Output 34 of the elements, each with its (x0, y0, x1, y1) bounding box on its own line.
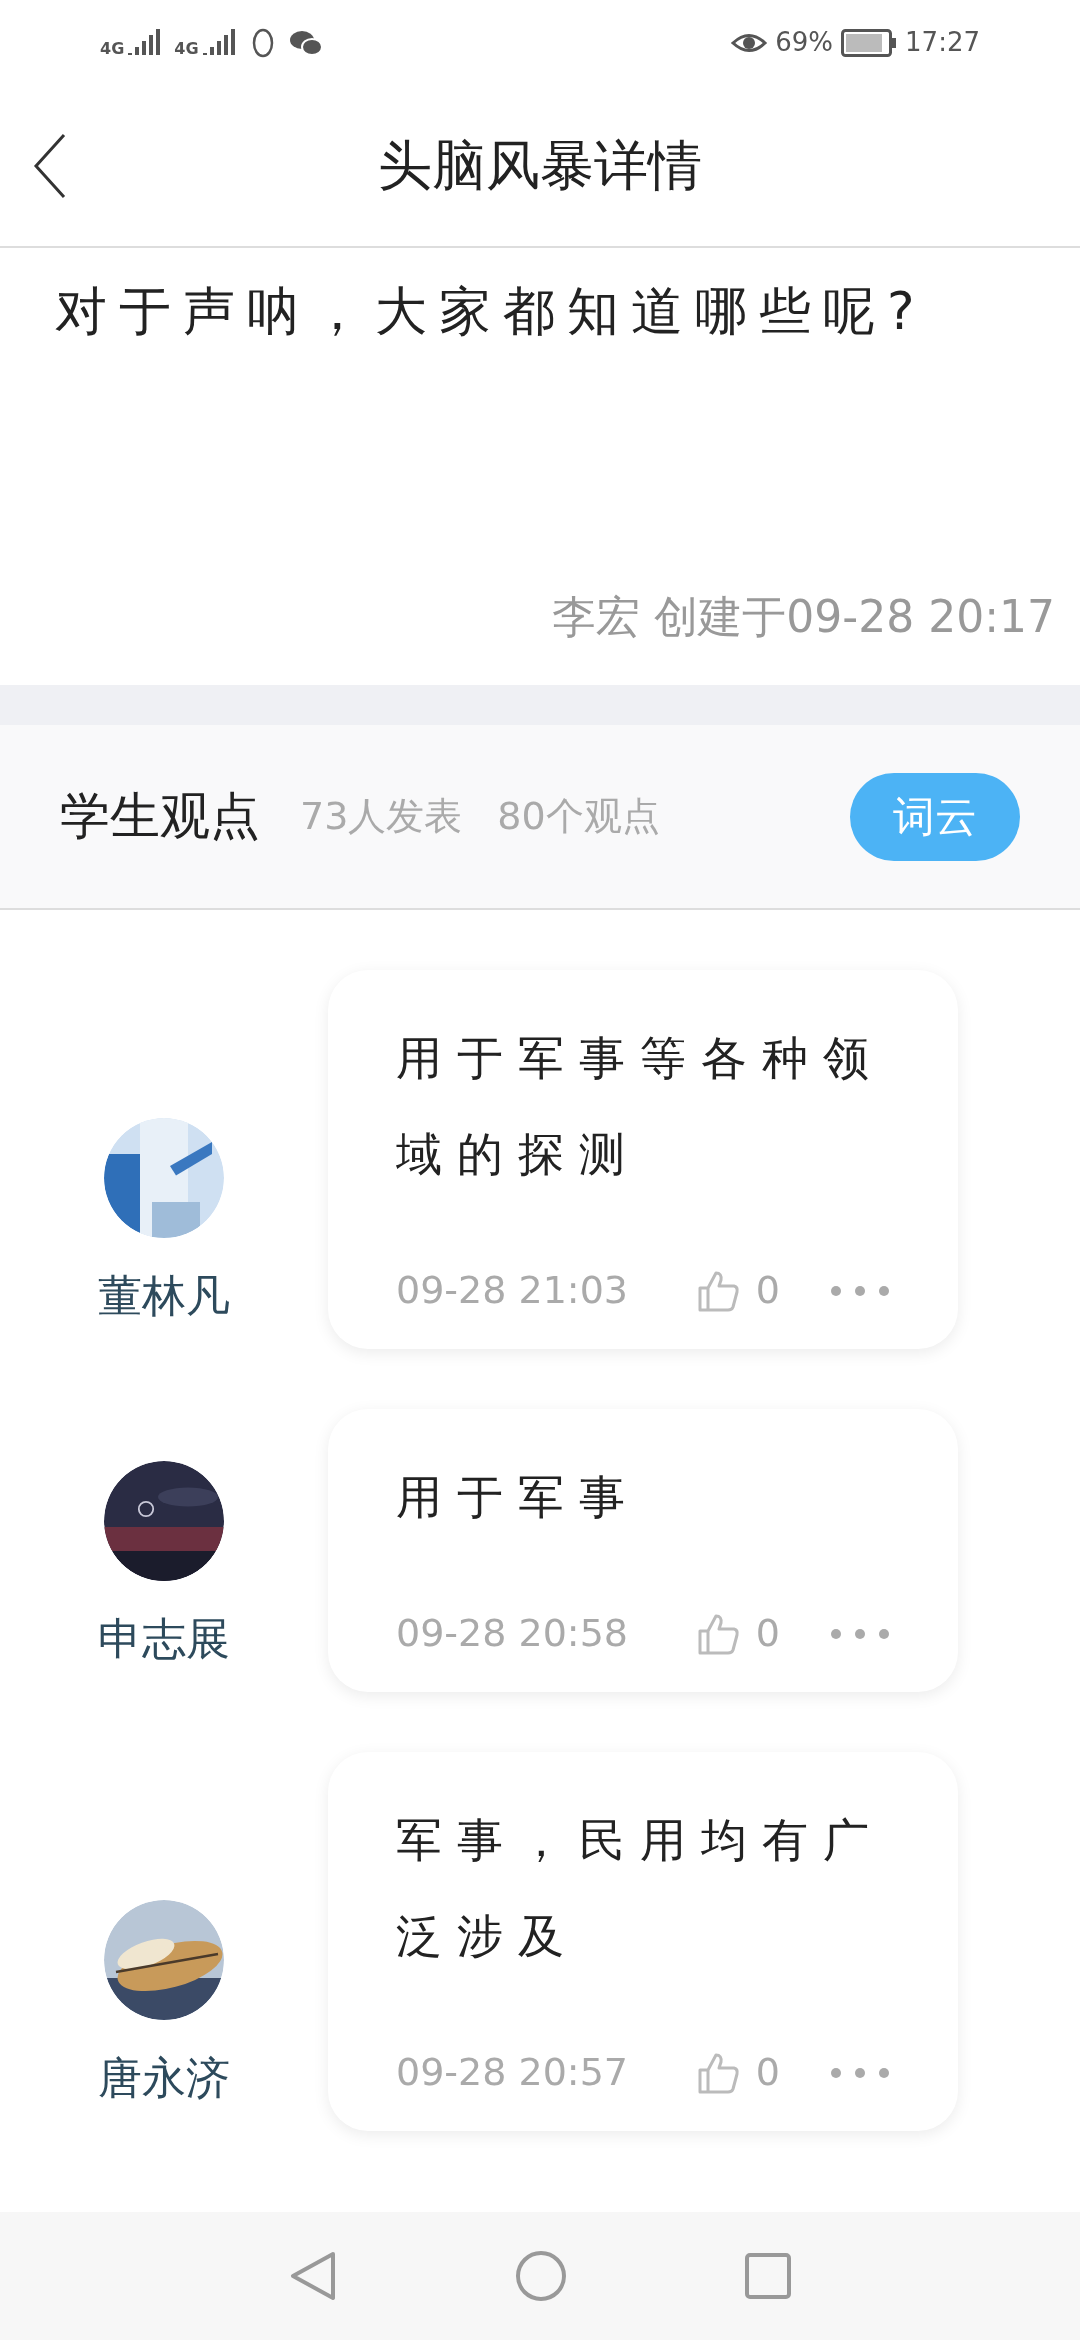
like-button[interactable]: 0 (695, 1262, 780, 1319)
back-icon (32, 132, 68, 199)
student-name: 申志展 (98, 1612, 230, 1666)
page-title: 头脑风暴详情 (378, 133, 702, 199)
opinion-time: 09-28 20:57 (396, 2049, 628, 2096)
more-icon (830, 1284, 890, 1297)
more-icon (830, 2066, 890, 2079)
like-button[interactable]: 0 (695, 1605, 780, 1662)
chat-icon (288, 28, 323, 57)
question-text: 对于声呐，大家都知道哪些呢? (55, 280, 928, 343)
student-name: 董林凡 (98, 1269, 230, 1323)
word-cloud-button[interactable]: 词云 (850, 772, 1020, 861)
opinion-text: 用于军事 (396, 1469, 641, 1526)
participants-count: 73人发表 (300, 793, 463, 840)
network-label: 4G (174, 40, 199, 57)
nav-back-icon[interactable] (289, 2250, 337, 2302)
like-button[interactable]: 0 (695, 2044, 780, 2101)
opinion-count: 80个观点 (497, 793, 660, 840)
clock-time: 17:27 (905, 26, 980, 59)
battery-icon (841, 28, 898, 57)
author-line: 李宏 创建于09-28 20:17 (552, 590, 1055, 644)
battery-percent: 69% (775, 26, 834, 59)
opinion-text: 用于军事等各种领域的探测 (396, 1030, 885, 1183)
opinion-time: 09-28 21:03 (396, 1267, 628, 1314)
network-label: 4G (100, 40, 125, 57)
signal-icon (202, 28, 237, 57)
section-title: 学生观点 (60, 786, 260, 847)
student-name: 唐永济 (98, 2051, 230, 2105)
nav-home-icon[interactable] (515, 2250, 567, 2302)
signal-icon (128, 28, 163, 57)
more-icon (830, 1627, 890, 1640)
opinion-time: 09-28 20:58 (396, 1610, 628, 1657)
opinion-text: 军事，民用均有广泛涉及 (396, 1812, 885, 1965)
nav-recents-icon[interactable] (745, 2253, 791, 2299)
